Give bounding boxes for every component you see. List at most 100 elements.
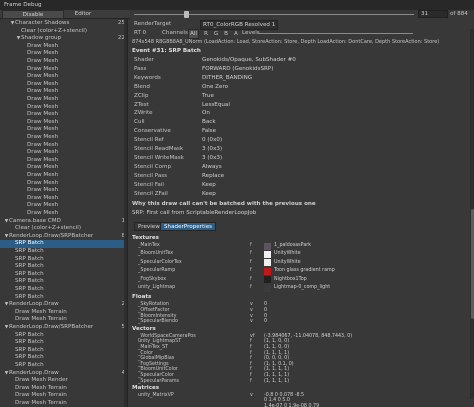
tree-item[interactable]: ▼Character Shadows 25 bbox=[0, 20, 127, 28]
channel-toggle-a[interactable]: A bbox=[233, 30, 239, 38]
tree-item[interactable]: Draw Mesh Terrain bbox=[0, 392, 127, 400]
tree-item[interactable]: ▼Shadow group 22 bbox=[0, 35, 127, 43]
tree-item[interactable]: Draw Mesh bbox=[0, 103, 127, 112]
texture-thumbnail[interactable] bbox=[264, 284, 271, 292]
property-value: FORWARD (GenokidsSRP) bbox=[202, 65, 274, 72]
tree-item[interactable]: Draw Mesh bbox=[0, 81, 127, 89]
tree-item-label: SRP Batch bbox=[15, 240, 44, 247]
channel-toggle-r[interactable]: R bbox=[203, 30, 209, 38]
tree-item[interactable]: Draw Mesh bbox=[0, 210, 127, 218]
disable-button[interactable]: Disable bbox=[2, 10, 64, 19]
tree-item[interactable]: ▼RenderLoop.Draw/SRPBatcher5 bbox=[0, 324, 127, 332]
tree-item[interactable]: Draw Mesh Terrain bbox=[0, 400, 127, 407]
frame-total-label: of 884 bbox=[450, 11, 468, 17]
tab-shader-properties[interactable]: ShaderProperties bbox=[160, 222, 217, 231]
tree-item[interactable]: Draw Mesh bbox=[0, 96, 127, 104]
channel-toggle-b[interactable]: B bbox=[223, 30, 229, 38]
tree-item[interactable]: Clear (color+Z+stencil) bbox=[0, 225, 127, 233]
texture-thumbnail[interactable] bbox=[264, 242, 271, 250]
tree-item[interactable]: Draw Mesh Terrain bbox=[0, 309, 127, 317]
tree-item[interactable]: Draw Mesh Render bbox=[0, 377, 127, 385]
tree-item[interactable]: SRP Batch bbox=[0, 240, 127, 248]
tree-item[interactable]: SRP Batch bbox=[0, 263, 127, 271]
tree-item[interactable]: SRP Batch bbox=[0, 294, 127, 302]
property-name: _SpecularColorTex bbox=[138, 259, 182, 265]
frame-slider-thumb[interactable] bbox=[184, 11, 189, 18]
window-title: Frame Debug bbox=[4, 2, 42, 8]
editor-dropdown[interactable]: Editor bbox=[66, 10, 100, 19]
frame-slider-bar: 31 of 884 bbox=[130, 10, 474, 19]
channels-label: Channels bbox=[162, 30, 188, 36]
frame-number-field[interactable]: 31 bbox=[418, 10, 448, 18]
frame-slider-track[interactable] bbox=[134, 14, 414, 15]
tree-item[interactable]: Draw Mesh Terrain bbox=[0, 385, 127, 393]
tree-item[interactable]: Draw Mesh bbox=[0, 111, 127, 119]
tree-item[interactable]: Draw Mesh bbox=[0, 88, 127, 96]
tree-item[interactable]: Draw Mesh bbox=[0, 180, 127, 188]
tree-item[interactable]: Draw Mesh bbox=[0, 194, 127, 203]
tree-item[interactable]: Draw Mesh bbox=[0, 126, 127, 134]
tree-item[interactable]: Draw Mesh bbox=[0, 172, 127, 180]
tree-item[interactable]: ▼RenderLoop.Draw2 bbox=[0, 301, 127, 309]
tree-item[interactable]: Draw Mesh bbox=[0, 119, 127, 127]
tree-item[interactable]: Draw Mesh bbox=[0, 202, 127, 210]
tree-item-label: Clear (color+Z+stencil) bbox=[15, 225, 82, 232]
property-name: _MainTex bbox=[138, 243, 160, 248]
tree-item[interactable]: SRP Batch bbox=[0, 248, 127, 256]
tree-item-label: Draw Mesh bbox=[27, 172, 59, 178]
tree-item[interactable]: ▼Camera.base CMD1 bbox=[0, 218, 127, 226]
texture-thumbnail[interactable] bbox=[264, 267, 271, 275]
tree-item-label: Draw Mesh bbox=[27, 111, 59, 118]
tree-item-label: Draw Mesh bbox=[27, 103, 59, 110]
tree-item[interactable]: SRP Batch bbox=[0, 286, 127, 294]
tree-item[interactable]: Draw Mesh bbox=[0, 157, 127, 165]
texture-name: UnityWhite bbox=[274, 251, 301, 257]
tree-item[interactable]: Draw Mesh bbox=[0, 142, 127, 150]
rt-selector[interactable]: RT 0 bbox=[134, 29, 146, 37]
tree-item-label: Draw Mesh bbox=[27, 134, 59, 140]
tree-item[interactable]: SRP Batch bbox=[0, 347, 127, 355]
property-value: DITHER_BANDING bbox=[202, 74, 253, 81]
channel-toggle-g[interactable]: G bbox=[213, 30, 219, 38]
tree-item[interactable]: Draw Mesh bbox=[0, 73, 127, 81]
tree-item[interactable]: Draw Mesh bbox=[0, 134, 127, 142]
tree-item[interactable]: Draw Mesh bbox=[0, 149, 127, 157]
property-stage: f bbox=[250, 243, 252, 248]
texture-thumbnail[interactable] bbox=[264, 259, 271, 267]
tree-item-label: Draw Mesh bbox=[27, 96, 59, 102]
detail-scrollbar-thumb[interactable] bbox=[470, 209, 474, 319]
texture-thumbnail[interactable] bbox=[264, 276, 271, 284]
tree-item-label: Draw Mesh Terrain bbox=[15, 400, 67, 406]
tree-item[interactable]: ▼RenderLoop.Draw/SRPBatcher8 bbox=[0, 233, 127, 241]
tree-item-label: Draw Mesh bbox=[27, 194, 59, 201]
tree-item[interactable]: SRP Batch bbox=[0, 278, 127, 286]
property-key: Stencil Ref bbox=[134, 137, 164, 144]
section-heading: Vectors bbox=[132, 325, 156, 332]
tree-item[interactable]: Draw Mesh bbox=[0, 187, 127, 195]
tree-item-label: SRP Batch bbox=[15, 339, 44, 346]
tree-item[interactable]: Draw Mesh bbox=[0, 164, 127, 172]
tree-item[interactable]: Draw Mesh bbox=[0, 50, 127, 58]
tree-item[interactable]: ▼RenderLoop.Draw4 bbox=[0, 370, 127, 378]
tree-scrollbar[interactable] bbox=[124, 19, 127, 407]
tree-item[interactable]: Clear (color+Z+stencil) bbox=[0, 28, 127, 36]
detail-scrollbar[interactable] bbox=[470, 29, 474, 399]
tree-item[interactable]: SRP Batch bbox=[0, 332, 127, 340]
tree-item[interactable]: SRP Batch bbox=[0, 354, 127, 362]
levels-slider[interactable] bbox=[258, 32, 413, 34]
texture-thumbnail[interactable] bbox=[264, 250, 271, 258]
tree-item[interactable]: Draw Mesh bbox=[0, 66, 127, 74]
tree-item[interactable]: Draw Mesh bbox=[0, 58, 127, 66]
tree-item-label: SRP Batch bbox=[15, 270, 44, 277]
property-value: Keep bbox=[202, 181, 216, 188]
tree-item[interactable]: Draw Mesh bbox=[0, 43, 127, 51]
property-key: Stencil Pass bbox=[134, 172, 168, 179]
tree-item[interactable]: SRP Batch bbox=[0, 270, 127, 279]
tree-item[interactable]: SRP Batch bbox=[0, 339, 127, 347]
tree-item-label: RenderLoop.Draw/SRPBatcher bbox=[9, 324, 94, 330]
property-key: Shader bbox=[134, 57, 154, 63]
tree-item[interactable]: SRP Batch bbox=[0, 362, 127, 370]
tree-item[interactable]: Draw Mesh Terrain bbox=[0, 316, 127, 324]
tree-item[interactable]: SRP Batch bbox=[0, 256, 127, 264]
property-stage: f bbox=[250, 378, 252, 384]
